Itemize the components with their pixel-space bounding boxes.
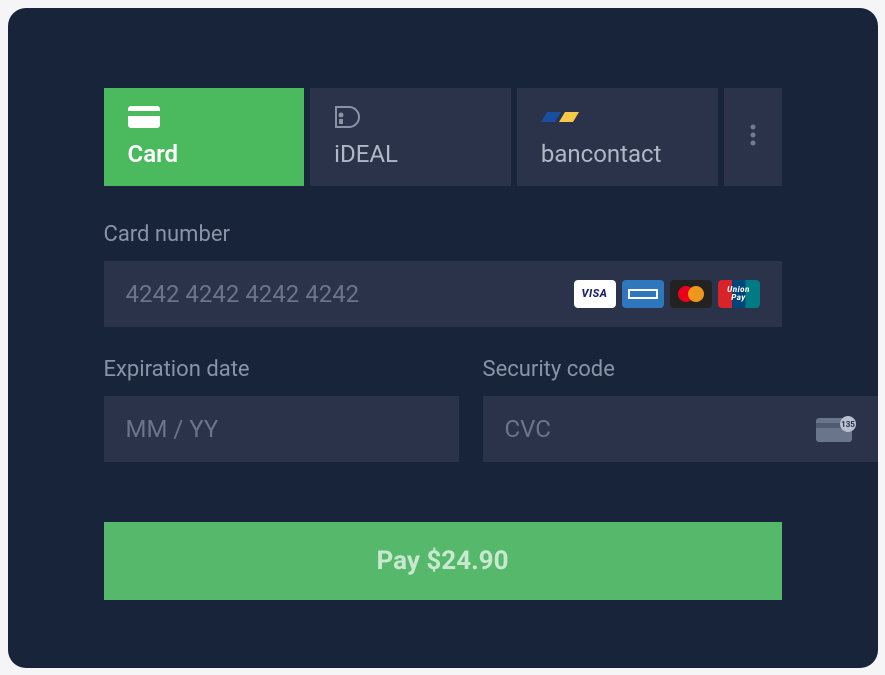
tab-bancontact-label: bancontact (541, 140, 662, 168)
amex-icon (622, 280, 664, 308)
expiration-input[interactable] (126, 415, 437, 443)
card-icon (128, 104, 160, 130)
tab-card[interactable]: Card (104, 88, 305, 186)
cvc-input-wrap: 135 (483, 396, 878, 462)
card-number-field: Card number VISA UnionPay (104, 222, 782, 327)
pay-button[interactable]: Pay $24.90 (104, 522, 782, 600)
card-brand-icons: VISA UnionPay (574, 280, 760, 308)
payment-method-tabs: Card iDEAL bancontact (104, 88, 782, 186)
expiration-field: Expiration date (104, 357, 459, 462)
expiration-input-wrap (104, 396, 459, 462)
cvc-input[interactable] (505, 415, 816, 443)
more-vertical-icon (750, 123, 756, 151)
cvc-field: Security code 135 (483, 357, 878, 462)
tab-ideal-label: iDEAL (334, 140, 398, 168)
more-payment-methods-button[interactable] (724, 88, 782, 186)
svg-text:135: 135 (841, 420, 855, 429)
expiration-label: Expiration date (104, 357, 459, 382)
tab-ideal[interactable]: iDEAL (310, 88, 511, 186)
tab-bancontact[interactable]: bancontact (517, 88, 718, 186)
card-number-input[interactable] (126, 280, 574, 308)
visa-icon: VISA (574, 280, 616, 308)
card-number-label: Card number (104, 222, 782, 247)
cvc-label: Security code (483, 357, 878, 382)
cvc-card-icon: 135 (816, 416, 856, 442)
card-number-input-wrap: VISA UnionPay (104, 261, 782, 327)
tab-card-label: Card (128, 140, 179, 168)
ideal-icon (334, 104, 362, 130)
expiry-cvc-row: Expiration date Security code 135 (104, 357, 782, 462)
bancontact-icon (541, 104, 581, 130)
mastercard-icon (670, 280, 712, 308)
unionpay-icon: UnionPay (718, 280, 760, 308)
payment-panel: Card iDEAL bancontact (8, 8, 878, 668)
